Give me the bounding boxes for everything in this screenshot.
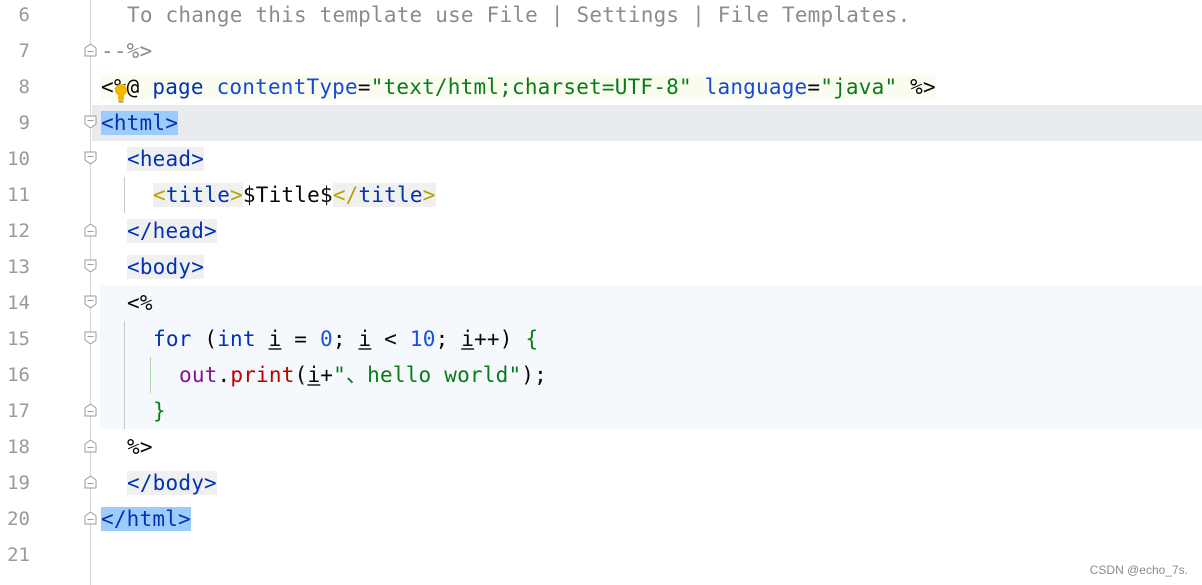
line-number: 11 <box>7 184 30 206</box>
fold-marker-icon[interactable] <box>84 439 97 453</box>
code-line: </html> <box>101 501 191 537</box>
number-literal: 0 <box>319 327 333 351</box>
title-close-tag: title <box>358 183 423 207</box>
scriptlet-open: <% <box>127 291 153 315</box>
dot: . <box>217 363 231 387</box>
fold-marker-icon[interactable] <box>84 115 97 129</box>
line-number: 19 <box>7 472 30 494</box>
indent-guide <box>124 321 125 429</box>
comment-end: --%> <box>101 39 153 63</box>
for-keyword: for <box>153 327 192 351</box>
code-line: </body> <box>127 465 217 501</box>
fold-marker-icon[interactable] <box>84 511 97 525</box>
code-line: <% <box>127 285 153 321</box>
body-open-tag: <body> <box>127 255 205 279</box>
attribute-name: contentType <box>216 75 358 99</box>
title-open-bracket: > <box>230 183 243 207</box>
jsp-page-keyword: page <box>139 75 217 99</box>
semicolon: ; <box>435 327 462 351</box>
head-close-tag: </head> <box>127 219 217 243</box>
scriptlet-close: %> <box>127 435 153 459</box>
line-number: 7 <box>18 40 30 62</box>
fold-marker-icon[interactable] <box>84 475 97 489</box>
code-line: </head> <box>127 213 217 249</box>
out-object: out <box>179 363 218 387</box>
assign-operator: = <box>281 327 320 351</box>
line-number: 15 <box>7 328 30 350</box>
string-literal: "、hello world" <box>333 363 522 387</box>
loop-variable: i <box>358 327 372 351</box>
line-number: 17 <box>7 400 30 422</box>
template-comment: To change this template use File | Setti… <box>127 3 911 27</box>
attribute-value: "text/html;charset=UTF-8" <box>370 75 692 99</box>
body-close-tag: </body> <box>127 471 217 495</box>
statement-end: ); <box>521 363 547 387</box>
increment-operator: ++) <box>474 327 526 351</box>
head-open-tag: <head> <box>127 147 205 171</box>
close-brace: } <box>153 399 166 423</box>
code-line: for (int i = 0; i < 10; i++) { <box>153 321 538 357</box>
code-line: <body> <box>127 249 205 285</box>
html-close-tag: </html> <box>101 507 191 531</box>
indent-guide <box>150 357 151 393</box>
less-than-operator: < <box>371 327 410 351</box>
attribute-equals: = <box>807 75 821 99</box>
line-number: 8 <box>18 76 30 98</box>
print-method: print <box>230 363 295 387</box>
code-line: To change this template use File | Setti… <box>127 0 910 33</box>
title-text: $Title$ <box>242 183 333 207</box>
line-number: 20 <box>7 508 30 530</box>
line-number: 13 <box>7 256 30 278</box>
loop-variable: i <box>307 363 321 387</box>
code-line: } <box>153 393 166 429</box>
fold-marker-icon[interactable] <box>84 295 97 309</box>
line-number: 9 <box>18 112 30 134</box>
title-open-bracket: < <box>153 183 166 207</box>
semicolon: ; <box>332 327 359 351</box>
fold-marker-icon[interactable] <box>84 151 97 165</box>
lightbulb-icon[interactable] <box>114 83 128 103</box>
int-keyword: int <box>217 327 256 351</box>
current-line-highlight <box>0 105 1202 141</box>
code-line: <title>$Title$</title> <box>153 177 436 213</box>
code-line: <head> <box>127 141 205 177</box>
attribute-value: "java" <box>820 75 898 99</box>
line-number: 16 <box>7 364 30 386</box>
title-close-bracket: </ <box>332 183 359 207</box>
gutter-separator <box>90 0 91 585</box>
line-number: 12 <box>7 220 30 242</box>
code-line: <%@ page contentType="text/html;charset=… <box>101 69 936 105</box>
line-number: 10 <box>7 148 30 170</box>
line-number: 18 <box>7 436 30 458</box>
paren: ( <box>191 327 218 351</box>
code-line: out.print(i+"、hello world"); <box>179 357 547 393</box>
code-editor[interactable]: 6 7 8 9 10 11 12 13 14 15 16 17 18 19 20… <box>0 0 1202 585</box>
fold-marker-icon[interactable] <box>84 403 97 417</box>
number-literal: 10 <box>409 327 436 351</box>
loop-variable: i <box>268 327 282 351</box>
title-close-bracket: > <box>422 183 436 207</box>
indent-guide <box>124 177 125 213</box>
html-open-tag: <html> <box>101 111 179 135</box>
fold-marker-icon[interactable] <box>84 259 97 273</box>
line-number: 6 <box>18 4 30 26</box>
paren: ( <box>294 363 308 387</box>
fold-marker-icon[interactable] <box>84 223 97 237</box>
fold-marker-icon[interactable] <box>84 331 97 345</box>
code-line: %> <box>127 429 153 465</box>
title-open-tag: title <box>165 183 231 207</box>
plus-operator: + <box>320 363 334 387</box>
fold-marker-icon[interactable] <box>84 43 97 57</box>
line-number: 14 <box>7 292 30 314</box>
code-line: <html> <box>101 105 179 141</box>
watermark: CSDN @echo_7s. <box>1089 563 1188 577</box>
loop-variable: i <box>461 327 475 351</box>
code-line: --%> <box>101 33 152 69</box>
attribute-equals: = <box>357 75 371 99</box>
attribute-name: language <box>704 75 808 99</box>
jsp-directive-close: %> <box>897 75 936 99</box>
open-brace: { <box>525 327 539 351</box>
line-number: 21 <box>7 544 30 566</box>
